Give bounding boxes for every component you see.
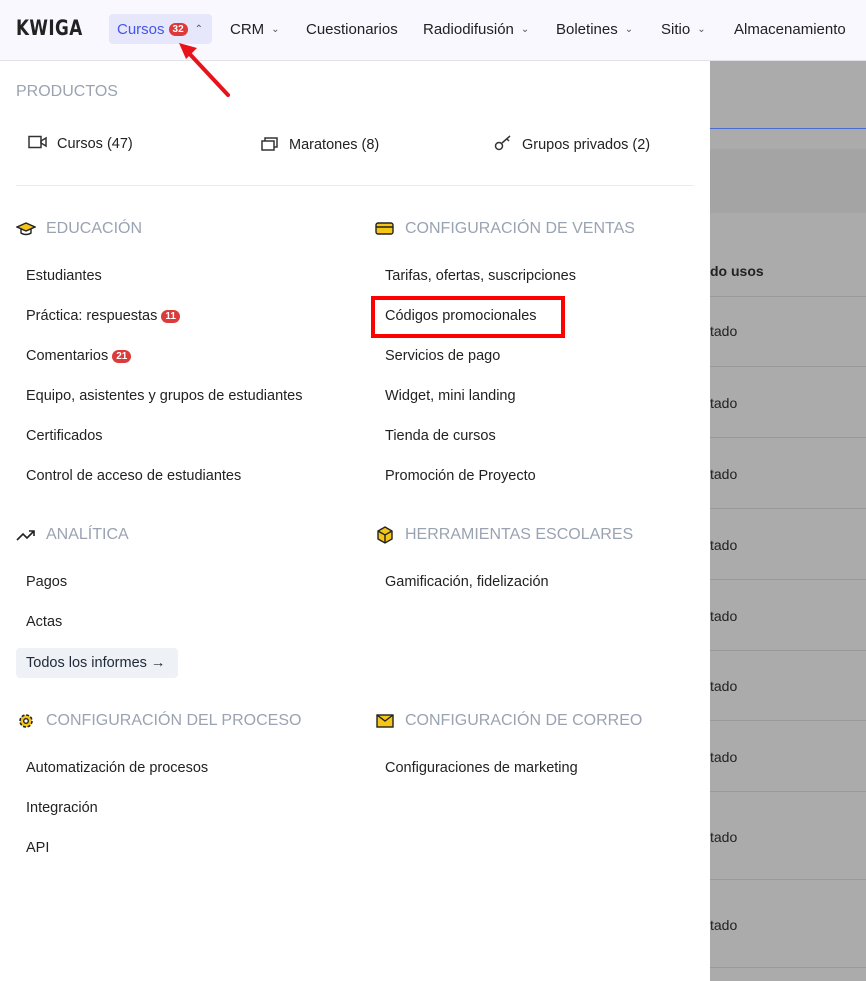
highlight-box: [371, 296, 565, 338]
menu-tarifas[interactable]: Tarifas, ofertas, suscripciones: [385, 268, 576, 284]
menu-promocion[interactable]: Promoción de Proyecto: [385, 468, 536, 484]
section-title: CONFIGURACIÓN DE VENTAS: [405, 220, 635, 237]
chevron-down-icon: ⌄: [624, 23, 634, 35]
divider: [16, 185, 694, 186]
background-overlay: do usos tado tado tado tado tado tado ta…: [710, 61, 866, 981]
trending-up-icon: [16, 528, 36, 542]
menu-certificados[interactable]: Certificados: [26, 428, 103, 444]
section-proceso: CONFIGURACIÓN DEL PROCESO: [16, 712, 301, 730]
section-ventas: CONFIGURACIÓN DE VENTAS: [375, 220, 635, 238]
all-reports-button[interactable]: Todos los informes →: [16, 648, 178, 678]
table-cell: tado: [710, 608, 738, 624]
menu-label: Práctica: respuestas: [26, 308, 158, 324]
menu-integracion[interactable]: Integración: [26, 800, 98, 816]
column-header: do usos: [710, 263, 764, 279]
count-badge: 21: [112, 349, 132, 363]
nav-label: CRM: [230, 20, 265, 38]
top-nav: KWIGA Cursos 32 ⌃ CRM ⌄ Cuestionarios Radio…: [0, 0, 866, 61]
menu-api[interactable]: API: [26, 840, 49, 856]
annotation-arrow-icon: [179, 43, 230, 97]
graduation-cap-icon: [16, 221, 36, 237]
logo[interactable]: KWIGA: [16, 16, 83, 40]
chevron-up-icon: ⌃: [194, 23, 204, 35]
table-cell: tado: [710, 323, 738, 339]
table-cell: tado: [710, 395, 738, 411]
menu-marketing[interactable]: Configuraciones de marketing: [385, 760, 578, 776]
section-title: HERRAMIENTAS ESCOLARES: [405, 526, 634, 543]
menu-practica-respuestas[interactable]: Práctica: respuestas 11: [26, 308, 180, 324]
cube-icon: [375, 526, 395, 544]
menu-tienda[interactable]: Tienda de cursos: [385, 428, 496, 444]
section-analitica: ANALÍTICA: [16, 526, 129, 544]
chevron-down-icon: ⌄: [697, 23, 706, 35]
nav-label: Cursos: [117, 20, 165, 38]
count-badge: 11: [161, 309, 180, 323]
nav-label: Radiodifusión: [423, 20, 514, 38]
product-label: Maratones (8): [289, 137, 380, 153]
products-heading: PRODUCTOS: [16, 83, 118, 100]
menu-equipo[interactable]: Equipo, asistentes y grupos de estudiant…: [26, 388, 302, 404]
menu-estudiantes[interactable]: Estudiantes: [26, 268, 102, 284]
nav-label: Boletines: [556, 20, 618, 38]
table-cell: tado: [710, 829, 738, 845]
menu-label: Comentarios: [26, 348, 109, 364]
table-cell: tado: [710, 749, 738, 765]
menu-actas[interactable]: Actas: [26, 614, 62, 630]
product-grupos-privados[interactable]: Grupos privados (2): [494, 135, 650, 155]
section-title: CONFIGURACIÓN DEL PROCESO: [46, 712, 302, 729]
section-educacion: EDUCACIÓN: [16, 220, 142, 238]
nav-boletines[interactable]: Boletines ⌄: [548, 14, 641, 44]
section-title: EDUCACIÓN: [46, 220, 143, 237]
chevron-down-icon: ⌄: [271, 23, 280, 35]
chevron-down-icon: ⌄: [520, 23, 530, 35]
section-herramientas: HERRAMIENTAS ESCOLARES: [375, 526, 633, 544]
nav-cuestionarios[interactable]: Cuestionarios: [298, 14, 406, 44]
menu-comentarios[interactable]: Comentarios 21: [26, 348, 132, 364]
menu-servicios-pago[interactable]: Servicios de pago: [385, 348, 500, 364]
product-maratones[interactable]: Maratones (8): [261, 135, 379, 155]
nav-radiodifusion[interactable]: Radiodifusión ⌄: [415, 14, 537, 44]
menu-automatizacion[interactable]: Automatización de procesos: [26, 760, 208, 776]
section-title: ANALÍTICA: [46, 526, 129, 543]
nav-sitio[interactable]: Sitio ⌄: [653, 14, 714, 44]
gear-icon: [16, 712, 36, 730]
nav-label: Sitio: [661, 20, 691, 38]
table-cell: tado: [710, 466, 738, 482]
credit-card-icon: [375, 222, 395, 236]
nav-label: Almacenamiento: [734, 20, 846, 38]
nav-label: Cuestionarios: [306, 20, 398, 38]
cursos-dropdown-menu: PRODUCTOS Cursos (47) Maratones (8) Grup…: [0, 61, 710, 981]
envelope-icon: [375, 714, 395, 728]
menu-control-acceso[interactable]: Control de acceso de estudiantes: [26, 468, 241, 484]
video-icon: [28, 135, 47, 153]
nav-almacenamiento[interactable]: Almacenamiento: [726, 14, 854, 44]
table-cell: tado: [710, 917, 738, 933]
section-title: CONFIGURACIÓN DE CORREO: [405, 712, 643, 729]
table-cell: tado: [710, 678, 738, 694]
table-cell: tado: [710, 537, 738, 553]
stack-icon: [261, 135, 279, 155]
menu-widget[interactable]: Widget, mini landing: [385, 388, 516, 404]
product-label: Cursos (47): [57, 136, 133, 152]
product-cursos[interactable]: Cursos (47): [28, 135, 133, 153]
menu-gamificacion[interactable]: Gamificación, fidelización: [385, 574, 549, 590]
section-correo: CONFIGURACIÓN DE CORREO: [375, 712, 642, 730]
count-badge: 32: [168, 22, 188, 36]
product-label: Grupos privados (2): [522, 137, 651, 153]
key-icon: [494, 135, 512, 155]
menu-pagos[interactable]: Pagos: [26, 574, 67, 590]
